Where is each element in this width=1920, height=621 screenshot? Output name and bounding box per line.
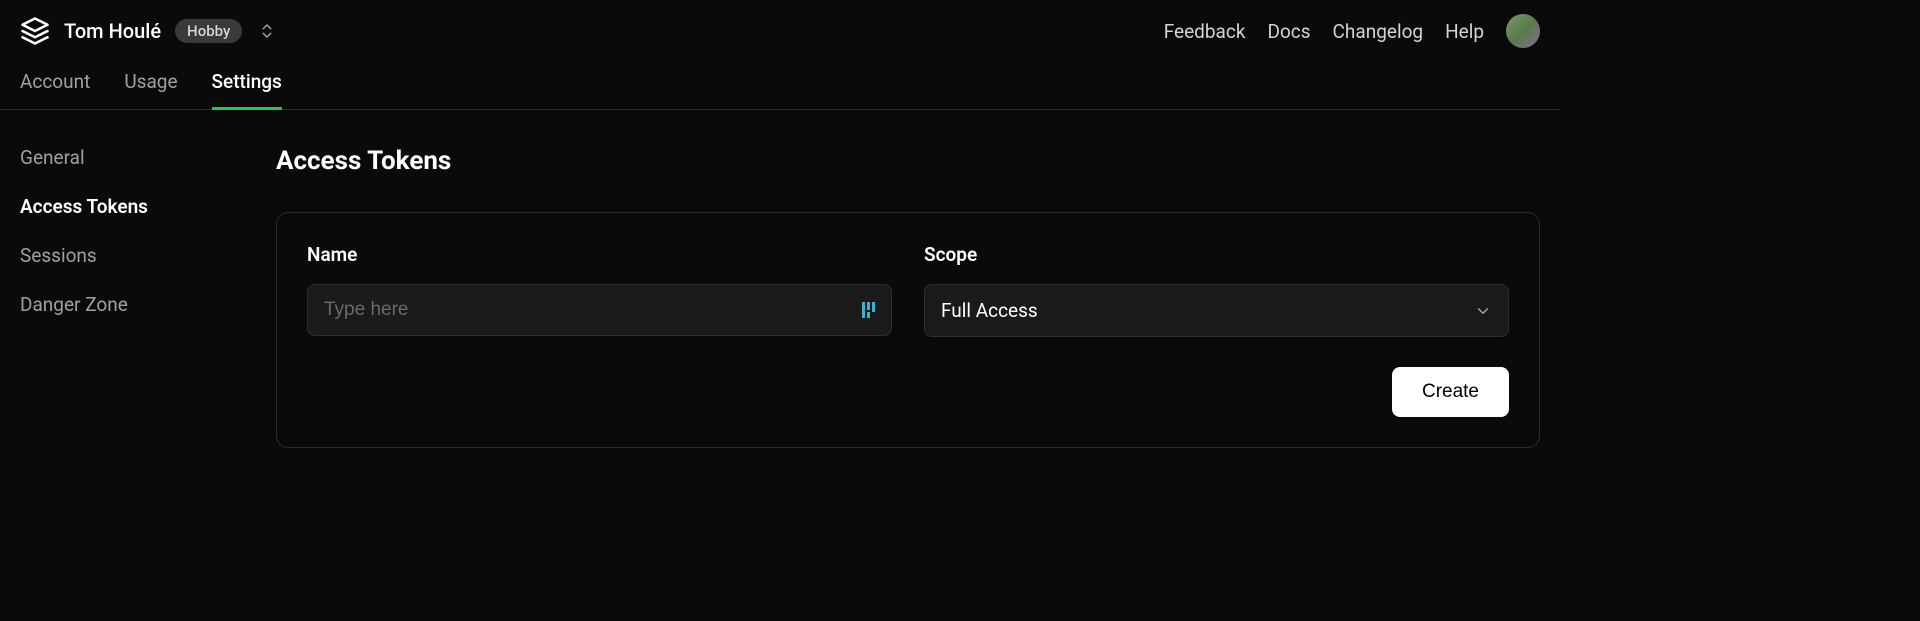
- sidebar-item-access-tokens[interactable]: Access Tokens: [20, 195, 276, 218]
- name-input-wrapper: [307, 284, 892, 336]
- tab-settings[interactable]: Settings: [212, 70, 282, 109]
- chevron-down-icon: [1474, 302, 1492, 320]
- password-manager-icon[interactable]: [860, 300, 878, 320]
- topbar: Tom Houlé Hobby Feedback Docs Changelog …: [0, 0, 1560, 50]
- name-input[interactable]: [307, 284, 892, 336]
- name-group: Name: [307, 243, 892, 337]
- selector-icon[interactable]: [258, 22, 276, 40]
- tabs: Account Usage Settings: [0, 50, 1560, 110]
- topbar-left: Tom Houlé Hobby: [20, 16, 276, 46]
- tab-account[interactable]: Account: [20, 70, 90, 109]
- topbar-right: Feedback Docs Changelog Help: [1164, 14, 1540, 48]
- tab-usage[interactable]: Usage: [124, 70, 177, 109]
- scope-label: Scope: [924, 243, 1509, 266]
- feedback-link[interactable]: Feedback: [1164, 20, 1246, 43]
- help-link[interactable]: Help: [1445, 20, 1484, 43]
- sidebar-item-sessions[interactable]: Sessions: [20, 244, 276, 267]
- create-button[interactable]: Create: [1392, 367, 1509, 417]
- sidebar-item-general[interactable]: General: [20, 146, 276, 169]
- main: Access Tokens Name: [276, 146, 1540, 448]
- docs-link[interactable]: Docs: [1267, 20, 1310, 43]
- name-label: Name: [307, 243, 892, 266]
- form-row: Name Scope: [307, 243, 1509, 337]
- username[interactable]: Tom Houlé: [64, 19, 161, 43]
- scope-select[interactable]: Full Access: [924, 284, 1509, 337]
- plan-badge: Hobby: [175, 19, 242, 43]
- actions: Create: [307, 367, 1509, 417]
- page-title: Access Tokens: [276, 146, 1540, 176]
- scope-group: Scope Full Access: [924, 243, 1509, 337]
- changelog-link[interactable]: Changelog: [1333, 20, 1424, 43]
- scope-value: Full Access: [941, 299, 1038, 322]
- sidebar: General Access Tokens Sessions Danger Zo…: [20, 146, 276, 448]
- logo-icon[interactable]: [20, 16, 50, 46]
- avatar[interactable]: [1506, 14, 1540, 48]
- create-token-card: Name Scope: [276, 212, 1540, 448]
- content: General Access Tokens Sessions Danger Zo…: [0, 110, 1560, 468]
- sidebar-item-danger-zone[interactable]: Danger Zone: [20, 293, 276, 316]
